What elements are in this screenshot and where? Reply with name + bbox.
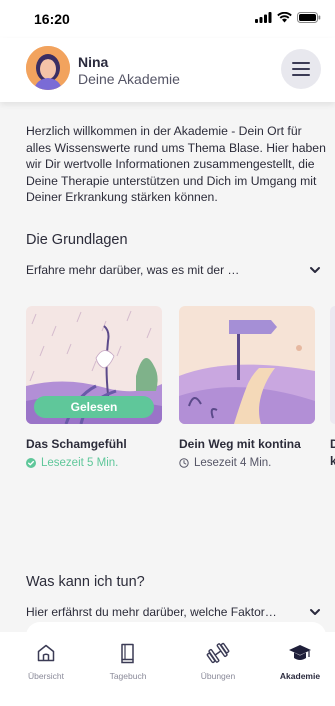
tab-label: Übungen [200, 671, 236, 681]
graduation-cap-icon [289, 645, 311, 660]
tab-akademie[interactable]: Akademie [265, 642, 335, 681]
read-badge: Gelesen [34, 396, 154, 418]
hamburger-icon [292, 62, 310, 64]
check-circle-icon [26, 458, 36, 468]
dumbbell-icon [206, 642, 230, 664]
card-illustration [179, 306, 315, 424]
card-meta: Lesezeit 5 Min. [26, 457, 162, 469]
user-subtitle: Deine Akademie [78, 71, 180, 87]
tab-bar: Übersicht Tagebuch Übungen Akademie [0, 632, 335, 706]
home-icon [37, 644, 55, 662]
article-card-partial[interactable] [330, 306, 335, 424]
signal-icon [255, 12, 272, 23]
battery-icon [297, 12, 321, 23]
reading-time: Lesezeit 4 Min. [194, 457, 272, 469]
chevron-down-icon[interactable] [309, 264, 321, 276]
diary-icon [121, 643, 134, 664]
menu-button[interactable] [281, 49, 321, 89]
card-title: Das Schamgefühl [26, 437, 127, 451]
status-time: 16:20 [34, 11, 70, 27]
tab-label: Tagebuch [109, 671, 147, 681]
section-subtitle-grundlagen[interactable]: Erfahre mehr darüber, was es mit der … [26, 263, 239, 277]
header: Nina Deine Akademie [0, 38, 335, 102]
tab-label: Akademie [279, 671, 321, 681]
chevron-down-icon[interactable] [309, 606, 321, 618]
wifi-icon [277, 12, 292, 23]
tab-uebersicht[interactable]: Übersicht [11, 642, 81, 681]
reading-time: Lesezeit 5 Min. [41, 457, 119, 469]
intro-text: Herzlich willkommen in der Akademie - De… [26, 124, 326, 204]
avatar[interactable] [26, 46, 70, 90]
article-card-weg-mit-kontina[interactable]: Dein Weg mit kontina Lesezeit 4 Min. [179, 306, 315, 469]
clock-icon [179, 458, 189, 468]
user-name: Nina [78, 54, 109, 70]
article-card-schamgefuehl[interactable]: Gelesen Das Schamgefühl Lesezeit 5 Min. [26, 306, 162, 469]
card-title-partial-line2: k [330, 454, 335, 468]
tab-tagebuch[interactable]: Tagebuch [93, 642, 163, 681]
section-title-was-kann-ich-tun: Was kann ich tun? [26, 574, 145, 590]
avatar-illustration [26, 46, 70, 90]
card-title: Dein Weg mit kontina [179, 437, 301, 451]
tab-uebungen[interactable]: Übungen [183, 642, 253, 681]
section-title-grundlagen: Die Grundlagen [26, 232, 128, 248]
status-bar: 16:20 [0, 0, 335, 38]
card-illustration: Gelesen [26, 306, 162, 424]
section-subtitle-was-kann-ich-tun[interactable]: Hier erfährst du mehr darüber, welche Fa… [26, 605, 277, 619]
card-title-partial: D [330, 437, 335, 451]
status-icons [255, 12, 321, 23]
card-meta: Lesezeit 4 Min. [179, 457, 315, 469]
tab-label: Übersicht [28, 671, 64, 681]
